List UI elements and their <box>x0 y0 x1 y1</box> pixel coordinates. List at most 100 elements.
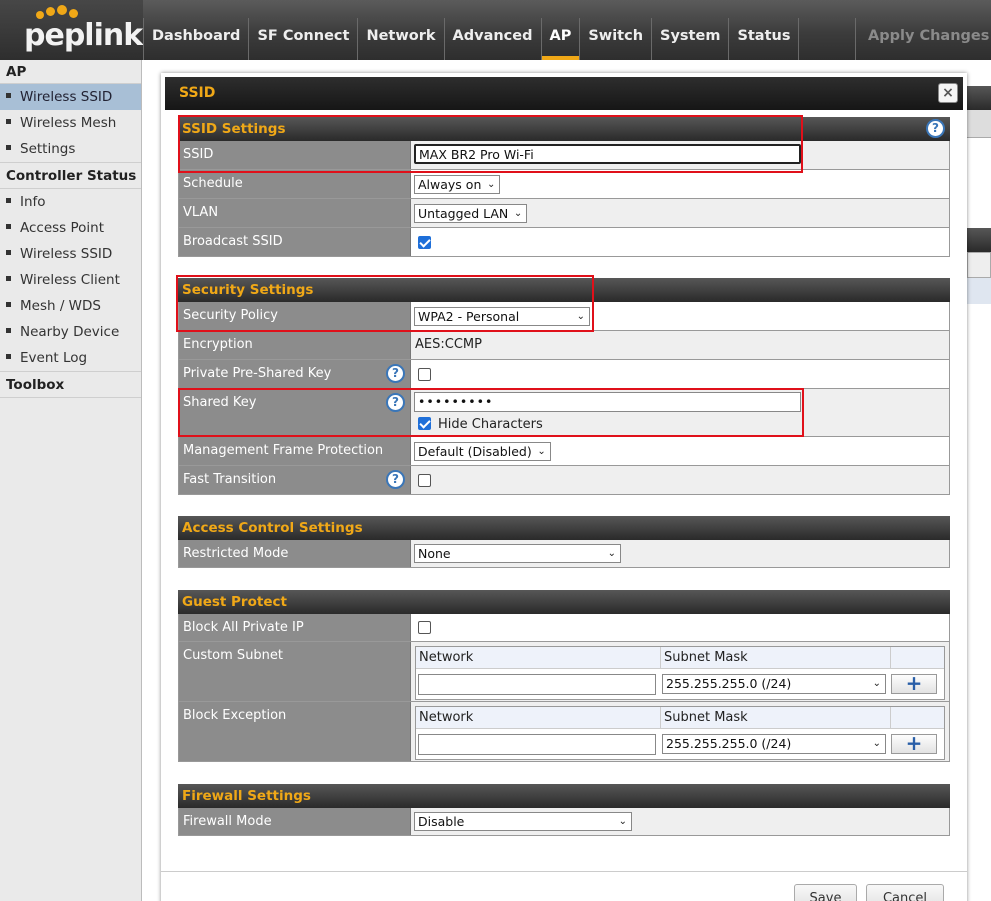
add-exception-button[interactable]: + <box>891 733 937 754</box>
chevron-down-icon: ⌄ <box>513 208 523 219</box>
bullet-icon <box>6 92 11 98</box>
sidebar-item-label: Wireless Client <box>20 272 120 288</box>
mfp-select[interactable]: Default (Disabled) ⌄ <box>414 442 551 461</box>
tab-network[interactable]: Network <box>357 18 443 60</box>
ppsk-label-cell: Private Pre-Shared Key ? <box>179 360 411 388</box>
custom-subnet-table: Network Subnet Mask 255.255.255.0 (/24) ⌄… <box>415 646 945 700</box>
ppsk-checkbox[interactable] <box>418 368 431 381</box>
fast-transition-checkbox[interactable] <box>418 474 431 487</box>
add-subnet-button[interactable]: + <box>891 673 937 694</box>
chevron-down-icon: ⌄ <box>872 678 881 689</box>
chevron-down-icon: ⌄ <box>618 816 627 827</box>
broadcast-ssid-checkbox[interactable] <box>418 236 431 249</box>
shared-key-input[interactable]: ••••••••• <box>414 392 801 412</box>
background-panel-row <box>967 110 991 138</box>
schedule-select[interactable]: Always on ⌄ <box>414 175 501 194</box>
sidebar-item-label: Mesh / WDS <box>20 298 101 314</box>
peplink-logo[interactable]: peplink <box>0 0 143 60</box>
bullet-icon <box>6 118 11 124</box>
broadcast-ssid-row: Broadcast SSID <box>178 228 950 257</box>
sidebar-item-info[interactable]: Info <box>0 189 141 215</box>
block-exception-value-cell: Network Subnet Mask 255.255.255.0 (/24) ⌄… <box>411 702 949 761</box>
tab-sf-connect[interactable]: SF Connect <box>248 18 357 60</box>
fast-transition-label: Fast Transition <box>183 472 277 487</box>
subnet-mask-select-value: 255.255.255.0 (/24) <box>666 676 792 691</box>
network-input[interactable] <box>418 733 656 755</box>
close-icon[interactable]: × <box>938 83 958 103</box>
sidebar-item-mesh-wds[interactable]: Mesh / WDS <box>0 293 141 319</box>
sidebar-item-settings[interactable]: Settings <box>0 136 141 162</box>
network-column-header: Network <box>416 707 661 728</box>
mfp-label: Management Frame Protection <box>179 437 411 465</box>
tab-ap[interactable]: AP <box>540 18 580 60</box>
ssid-label: SSID <box>179 141 411 169</box>
sidebar-item-event-log[interactable]: Event Log <box>0 345 141 371</box>
network-input[interactable] <box>418 673 656 695</box>
cancel-button[interactable]: Cancel <box>866 884 944 901</box>
tab-advanced[interactable]: Advanced <box>443 18 541 60</box>
shared-key-label: Shared Key <box>183 395 257 410</box>
vlan-select-value: Untagged LAN <box>418 206 509 221</box>
block-exception-table: Network Subnet Mask 255.255.255.0 (/24) ⌄… <box>415 706 945 760</box>
tab-system[interactable]: System <box>651 18 728 60</box>
sidebar-item-wireless-client[interactable]: Wireless Client <box>0 267 141 293</box>
ssid-settings-section: SSID Settings ? SSID MAX BR2 Pro Wi-Fi S… <box>178 117 950 257</box>
sidebar-item-wireless-mesh[interactable]: Wireless Mesh <box>0 110 141 136</box>
custom-subnet-label: Custom Subnet <box>179 642 411 701</box>
tab-switch[interactable]: Switch <box>579 18 651 60</box>
ppsk-label: Private Pre-Shared Key <box>183 366 332 381</box>
subnet-mask-select[interactable]: 255.255.255.0 (/24) ⌄ <box>662 674 886 694</box>
hide-characters-checkbox[interactable] <box>418 417 431 430</box>
background-panel-header <box>967 86 991 110</box>
block-exception-label: Block Exception <box>179 702 411 761</box>
sidebar-section-toolbox[interactable]: Toolbox <box>0 371 141 398</box>
ssid-input[interactable]: MAX BR2 Pro Wi-Fi <box>414 144 801 164</box>
network-column-header: Network <box>416 647 661 668</box>
sidebar: AP Wireless SSID Wireless Mesh Settings … <box>0 60 142 901</box>
ppsk-row: Private Pre-Shared Key ? <box>178 360 950 389</box>
main-nav: Dashboard SF Connect Network Advanced AP… <box>143 18 878 60</box>
help-icon[interactable]: ? <box>386 364 405 383</box>
vlan-label: VLAN <box>179 199 411 227</box>
bullet-icon <box>6 301 11 307</box>
section-title: Firewall Settings <box>178 784 950 808</box>
tab-status[interactable]: Status <box>728 18 798 60</box>
security-settings-section: Security Settings Security Policy WPA2 -… <box>178 278 950 495</box>
security-policy-select-value: WPA2 - Personal <box>418 309 520 324</box>
restricted-mode-label: Restricted Mode <box>179 540 411 567</box>
help-icon[interactable]: ? <box>386 470 405 489</box>
sidebar-section-ap: AP <box>0 60 141 84</box>
firewall-mode-select[interactable]: Disable ⌄ <box>414 812 632 831</box>
dialog-title: SSID <box>165 77 963 110</box>
sidebar-item-access-point[interactable]: Access Point <box>0 215 141 241</box>
security-policy-value-cell: WPA2 - Personal ⌄ <box>411 302 949 330</box>
save-button[interactable]: Save <box>794 884 857 901</box>
apply-changes-button[interactable]: Apply Changes <box>855 18 991 60</box>
security-policy-label: Security Policy <box>179 302 411 330</box>
security-policy-select[interactable]: WPA2 - Personal ⌄ <box>414 307 590 326</box>
mfp-row: Management Frame Protection Default (Dis… <box>178 437 950 466</box>
help-icon[interactable]: ? <box>926 119 945 138</box>
sidebar-item-status-wireless-ssid[interactable]: Wireless SSID <box>0 241 141 267</box>
fast-transition-value-cell <box>411 466 949 494</box>
encryption-value: AES:CCMP <box>411 331 949 359</box>
chevron-down-icon: ⌄ <box>872 738 881 749</box>
sidebar-item-label: Wireless SSID <box>20 246 113 262</box>
subnet-mask-select[interactable]: 255.255.255.0 (/24) ⌄ <box>662 734 886 754</box>
restricted-mode-select[interactable]: None ⌄ <box>414 544 621 563</box>
sidebar-item-label: Nearby Device <box>20 324 120 340</box>
broadcast-ssid-label: Broadcast SSID <box>179 228 411 256</box>
vlan-select[interactable]: Untagged LAN ⌄ <box>414 204 528 223</box>
restricted-mode-row: Restricted Mode None ⌄ <box>178 540 950 568</box>
block-private-ip-checkbox[interactable] <box>418 621 431 634</box>
sidebar-item-nearby-device[interactable]: Nearby Device <box>0 319 141 345</box>
schedule-label: Schedule <box>179 170 411 198</box>
bullet-icon <box>6 327 11 333</box>
subnet-mask-column-header: Subnet Mask <box>661 707 891 728</box>
help-icon[interactable]: ? <box>386 393 405 412</box>
schedule-row: Schedule Always on ⌄ <box>178 170 950 199</box>
tab-dashboard[interactable]: Dashboard <box>143 18 248 60</box>
sidebar-item-wireless-ssid[interactable]: Wireless SSID <box>0 84 141 110</box>
encryption-row: Encryption AES:CCMP <box>178 331 950 360</box>
bullet-icon <box>6 249 11 255</box>
